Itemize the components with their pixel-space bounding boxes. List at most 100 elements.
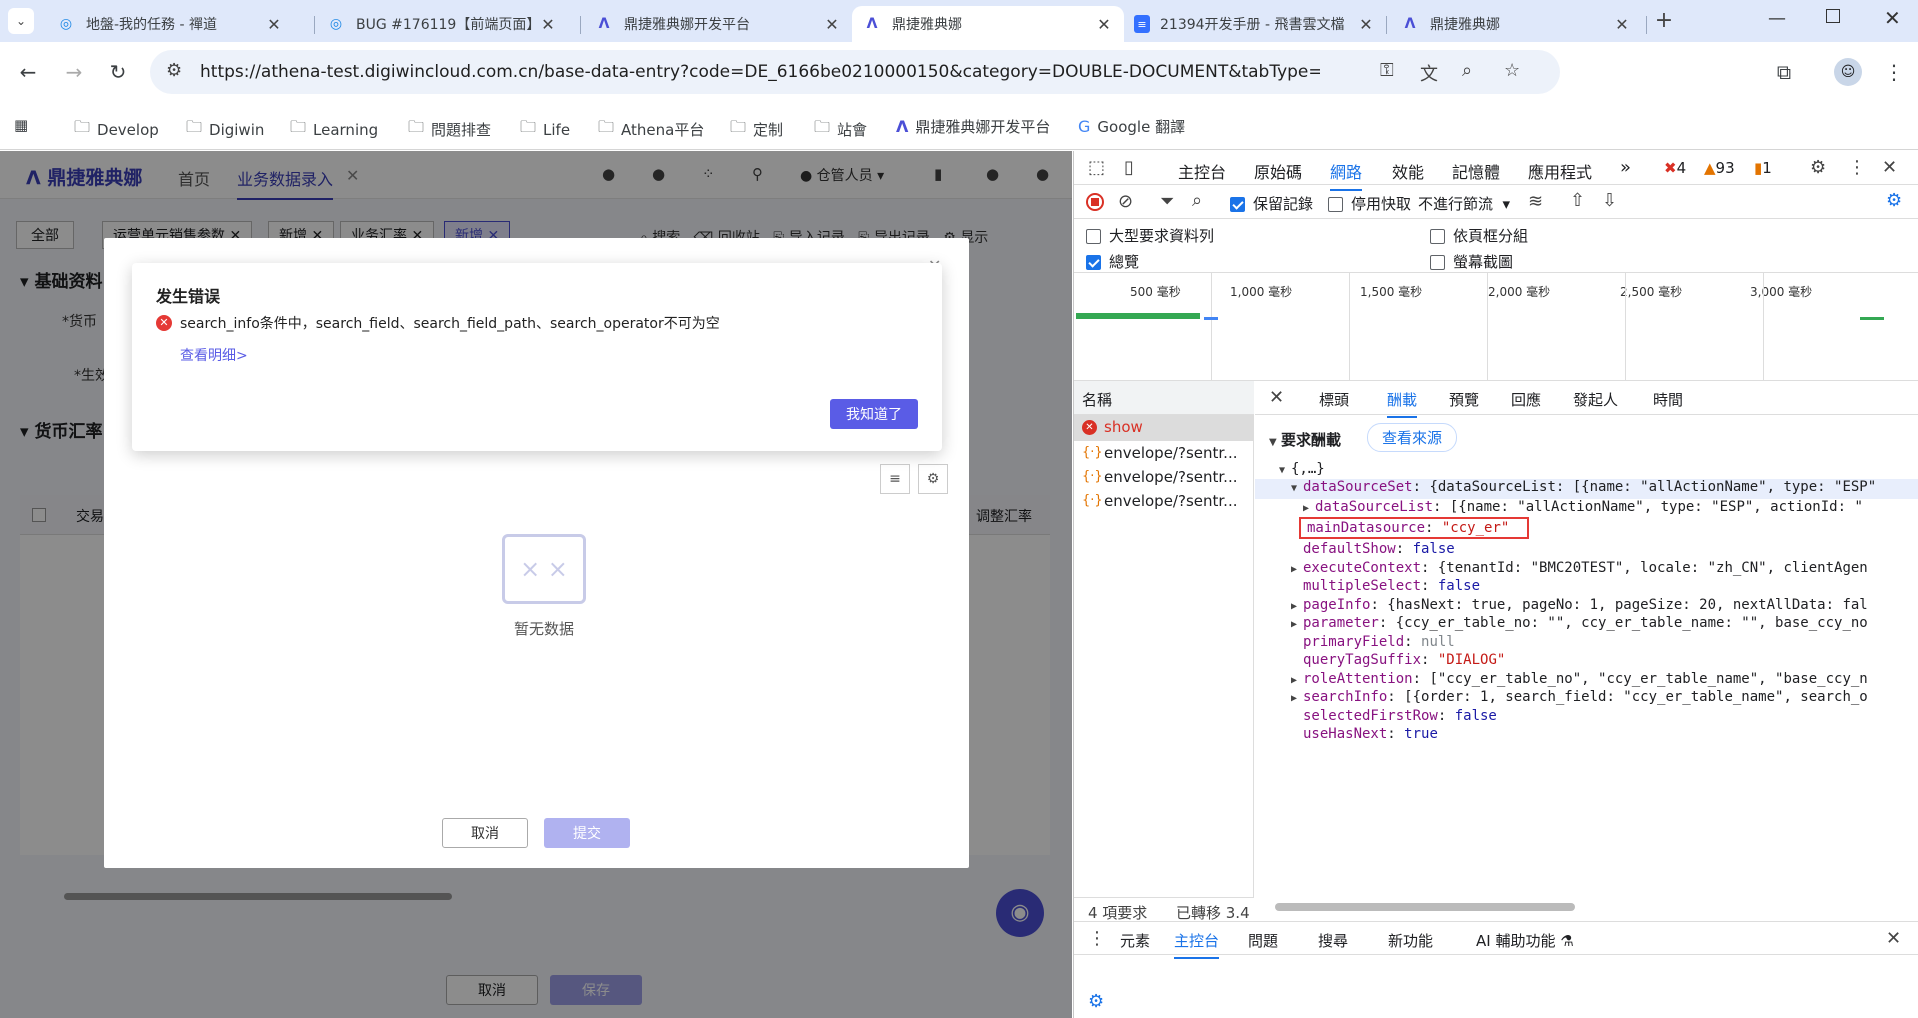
close-icon[interactable]: ✕: [1612, 15, 1632, 34]
drawer-tab-active[interactable]: 主控台: [1174, 930, 1220, 959]
tree-node[interactable]: queryTagSuffix: "DIALOG": [1303, 652, 1505, 668]
search-icon[interactable]: ⌕: [1192, 190, 1202, 211]
drawer-tab[interactable]: 搜尋: [1318, 930, 1348, 951]
payload-section-title[interactable]: ▼ 要求酬載: [1269, 429, 1341, 450]
overview-checkbox[interactable]: 總覽: [1086, 251, 1139, 272]
bookmark-folder[interactable]: 🗀 定制: [730, 116, 783, 143]
submit-button[interactable]: 提交: [544, 818, 630, 848]
tree-node[interactable]: ▶ pageInfo: {hasNext: true, pageNo: 1, pa…: [1291, 597, 1868, 613]
bookmark-link[interactable]: G Google 翻譯: [1078, 116, 1185, 137]
tree-node[interactable]: ▶ parameter: {ccy_er_table_no: "", ccy_er…: [1291, 615, 1868, 631]
tab-search-button[interactable]: ⌄: [8, 8, 34, 34]
settings-gear-icon[interactable]: ⚙: [1810, 157, 1826, 178]
request-row[interactable]: {·} envelope/?sentr...: [1074, 465, 1254, 491]
restore-button[interactable]: [1826, 9, 1840, 23]
drawer-tab[interactable]: 新功能: [1388, 930, 1433, 951]
tree-node[interactable]: useHasNext: true: [1303, 726, 1438, 742]
request-row[interactable]: {·} envelope/?sentr...: [1074, 489, 1254, 515]
close-icon[interactable]: ✕: [264, 15, 284, 34]
devtools-tab-performance[interactable]: 效能: [1392, 159, 1424, 183]
forward-button[interactable]: →: [56, 54, 92, 90]
drawer-tab[interactable]: 元素: [1120, 930, 1150, 951]
wifi-icon[interactable]: ≋: [1528, 191, 1543, 212]
bookmark-folder[interactable]: 🗀 站會: [814, 116, 867, 143]
column-name-header[interactable]: 名稱: [1082, 389, 1112, 410]
bookmark-folder[interactable]: 🗀 Learning: [290, 116, 378, 143]
close-icon[interactable]: ✕: [1356, 15, 1376, 34]
bookmark-folder[interactable]: 🗀 問題排查: [408, 116, 491, 143]
tab-response[interactable]: 回應: [1511, 389, 1541, 410]
password-key-icon[interactable]: ⚿: [1380, 60, 1394, 81]
tab-payload[interactable]: 酬載: [1387, 389, 1418, 418]
tree-node[interactable]: ▶ searchInfo: [{order: 1, search_field: "…: [1291, 689, 1868, 705]
reload-button[interactable]: ↻: [100, 54, 136, 90]
tree-node[interactable]: selectedFirstRow: false: [1303, 708, 1497, 724]
clear-icon[interactable]: ⊘: [1118, 191, 1133, 212]
inspect-element-icon[interactable]: ⬚: [1088, 157, 1105, 178]
tab-1[interactable]: ◎ BUG #176119【前端页面】... ✕: [316, 6, 568, 42]
tree-node[interactable]: defaultShow: false: [1303, 541, 1455, 557]
timeline-overview[interactable]: 500 毫秒 1,000 毫秒 1,500 毫秒 2,000 毫秒 2,500 …: [1074, 273, 1918, 381]
address-bar[interactable]: ⚙ https://athena-test.digiwincloud.com.c…: [150, 50, 1560, 94]
disable-cache-checkbox[interactable]: 停用快取: [1328, 193, 1411, 214]
bookmark-folder[interactable]: 🗀 Digiwin: [186, 116, 264, 143]
tree-root[interactable]: ▼ {,…}: [1279, 461, 1325, 477]
cancel-button[interactable]: 取消: [442, 818, 528, 848]
large-rows-checkbox[interactable]: 大型要求資料列: [1086, 225, 1214, 246]
minimize-button[interactable]: —: [1768, 8, 1786, 29]
tree-node[interactable]: multipleSelect: false: [1303, 578, 1480, 594]
bookmark-star-icon[interactable]: ☆: [1504, 60, 1520, 81]
new-tab-button[interactable]: +: [1650, 8, 1678, 36]
console-settings-icon[interactable]: ⚙: [1088, 991, 1104, 1012]
tab-5[interactable]: Λ 鼎捷雅典娜 ✕: [1390, 6, 1642, 42]
record-stop-icon[interactable]: [1086, 193, 1104, 211]
tab-headers[interactable]: 標頭: [1319, 389, 1349, 410]
acknowledge-button[interactable]: 我知道了: [830, 399, 918, 429]
highlighted-node[interactable]: mainDatasource: "ccy_er": [1299, 517, 1530, 539]
close-window-button[interactable]: ✕: [1884, 6, 1901, 30]
drawer-tab[interactable]: 問題: [1248, 930, 1278, 951]
horizontal-scrollbar[interactable]: [1275, 903, 1575, 911]
group-by-frame-checkbox[interactable]: 依頁框分組: [1430, 225, 1528, 246]
close-icon[interactable]: ✕: [1886, 928, 1901, 949]
avatar[interactable]: ☺: [1834, 58, 1862, 86]
tab-preview[interactable]: 預覽: [1449, 389, 1479, 410]
close-icon[interactable]: ✕: [1269, 387, 1284, 408]
request-row-selected[interactable]: ✕ show: [1074, 415, 1254, 441]
tab-2[interactable]: Λ 鼎捷雅典娜开发平台 ✕: [584, 6, 852, 42]
tree-node[interactable]: ▶ dataSourceList: [{name: "allActionName"…: [1303, 499, 1863, 515]
filter-icon[interactable]: ⏷: [1160, 191, 1174, 212]
close-icon[interactable]: ✕: [1882, 157, 1897, 178]
issue-count[interactable]: ▮1: [1754, 159, 1772, 177]
request-row[interactable]: {·} envelope/?sentr...: [1074, 441, 1254, 467]
tree-node[interactable]: ▶ executeContext: {tenantId: "BMC20TEST",…: [1291, 560, 1868, 576]
import-har-icon[interactable]: ⇧: [1570, 190, 1585, 211]
bookmark-folder[interactable]: 🗀 Develop: [74, 116, 159, 143]
apps-grid-icon[interactable]: ▦: [14, 116, 28, 134]
devtools-tab-console[interactable]: 主控台: [1178, 159, 1226, 183]
warning-count[interactable]: ▲93: [1704, 159, 1735, 177]
bookmark-link[interactable]: Λ 鼎捷雅典娜开发平台: [896, 116, 1050, 137]
export-har-icon[interactable]: ⇩: [1602, 190, 1617, 211]
tree-node-selected[interactable]: ▼ dataSourceSet: {dataSourceList: [{name:…: [1255, 479, 1918, 499]
tree-node[interactable]: primaryField: null: [1303, 634, 1455, 650]
close-icon[interactable]: ✕: [1094, 15, 1114, 34]
site-info-icon[interactable]: ⚙: [166, 60, 182, 81]
tab-4[interactable]: ≡ 21394开发手册 - 飛書雲文檔 ✕: [1124, 6, 1386, 42]
tab-initiator[interactable]: 發起人: [1573, 389, 1618, 410]
kebab-menu-icon[interactable]: ⋮: [1848, 157, 1866, 178]
device-toolbar-icon[interactable]: ▯: [1124, 157, 1134, 178]
tab-0[interactable]: ◎ 地盤-我的任務 - 禪道 ✕: [46, 6, 294, 42]
view-source-button[interactable]: 查看來源: [1367, 423, 1458, 452]
close-icon[interactable]: ✕: [822, 15, 842, 34]
view-detail-link[interactable]: 查看明细>: [180, 345, 248, 365]
tab-timing[interactable]: 時間: [1653, 389, 1683, 410]
devtools-tab-sources[interactable]: 原始碼: [1254, 159, 1302, 183]
error-count[interactable]: ✖4: [1664, 159, 1686, 177]
preserve-log-checkbox[interactable]: 保留記錄: [1230, 193, 1313, 214]
tab-3-active[interactable]: Λ 鼎捷雅典娜 ✕: [852, 6, 1124, 42]
drawer-menu-icon[interactable]: ⋮: [1088, 928, 1106, 949]
devtools-tab-memory[interactable]: 記憶體: [1452, 159, 1500, 183]
list-view-icon[interactable]: ≡: [880, 464, 910, 494]
more-tabs-icon[interactable]: »: [1620, 157, 1631, 178]
